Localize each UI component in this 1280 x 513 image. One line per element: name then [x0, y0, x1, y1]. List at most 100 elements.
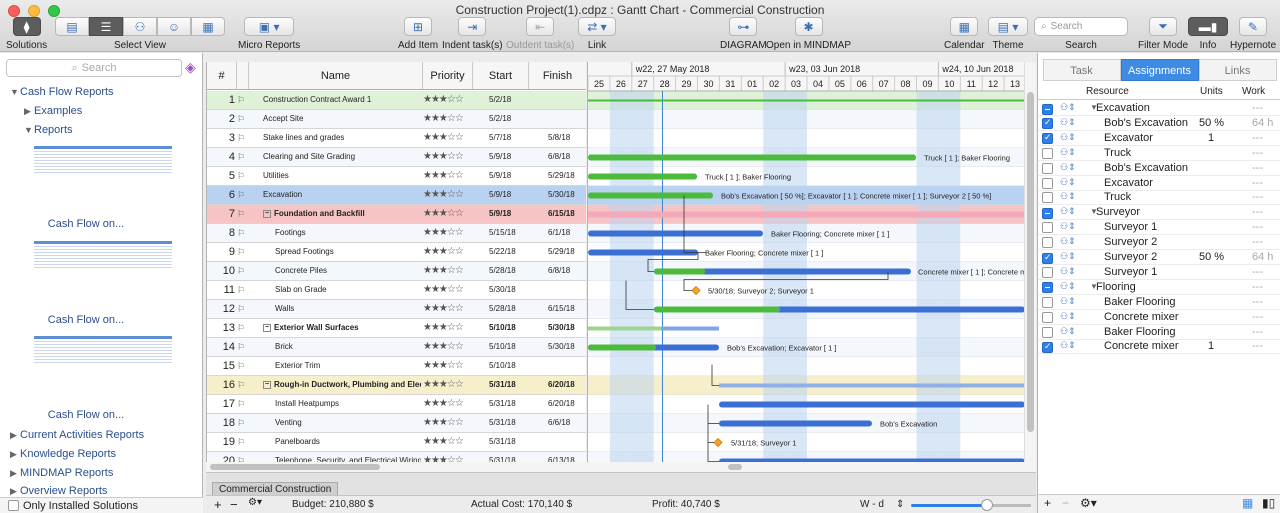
assignment-checkbox[interactable] — [1042, 282, 1053, 294]
units-value[interactable]: 50 % — [1199, 117, 1224, 129]
priority-stars[interactable]: ★★★☆☆ — [423, 205, 473, 223]
finish-date[interactable]: 5/30/18 — [529, 186, 586, 204]
assignment-row[interactable]: ⚇⇕ Surveyor 2 50 % 64 h — [1038, 250, 1280, 265]
task-name-cell[interactable]: Stake lines and grades — [263, 129, 421, 147]
scale-stepper-icon[interactable]: ⇕ — [896, 499, 904, 510]
report-thumbnail[interactable] — [34, 241, 172, 269]
assignment-checkbox[interactable] — [1042, 311, 1053, 323]
table-row[interactable]: 8 ⚐ Footings ★★★☆☆ 5/15/18 6/1/18 — [207, 224, 586, 243]
priority-stars[interactable]: ★★★☆☆ — [423, 452, 473, 462]
start-date[interactable]: 5/31/18 — [473, 414, 529, 432]
table-row[interactable]: 6 ⚐ Excavation ★★★☆☆ 5/9/18 5/30/18 — [207, 186, 586, 205]
tree-current-activities[interactable]: ▶ Current Activities Reports — [10, 429, 144, 441]
task-name-cell[interactable]: Accept Site — [263, 110, 421, 128]
task-name-cell[interactable]: Concrete Piles — [263, 262, 421, 280]
table-row[interactable]: 2 ⚐ Accept Site ★★★☆☆ 5/2/18 — [207, 110, 586, 129]
tree-mindmap[interactable]: ▶ MINDMAP Reports — [10, 467, 113, 479]
view-document-icon[interactable]: ▦ — [191, 17, 225, 36]
finish-date[interactable]: 6/20/18 — [529, 395, 586, 413]
remove-icon[interactable]: − — [230, 497, 238, 512]
report-thumbnail-label[interactable]: Cash Flow on... — [0, 409, 172, 421]
finish-date[interactable]: 6/13/18 — [529, 452, 586, 462]
task-name-cell[interactable]: Panelboards — [263, 433, 421, 451]
col-header-finish[interactable]: Finish — [529, 62, 586, 90]
task-name-cell[interactable]: Utilities — [263, 167, 421, 185]
tree-overview[interactable]: ▶ Overview Reports — [10, 485, 107, 497]
finish-date[interactable]: 6/15/18 — [529, 300, 586, 318]
assignment-checkbox[interactable] — [1042, 117, 1053, 130]
priority-stars[interactable]: ★★★☆☆ — [423, 129, 473, 147]
table-row[interactable]: 17 ⚐ Install Heatpumps ★★★☆☆ 5/31/18 6/20/18 — [207, 395, 586, 414]
task-name-cell[interactable]: Brick — [263, 338, 421, 356]
scroll-knob[interactable] — [1027, 92, 1034, 432]
assignment-group-row[interactable]: ⚇⇕ ▼ Flooring --- — [1038, 280, 1280, 295]
tree-knowledge[interactable]: ▶ Knowledge Reports — [10, 448, 116, 460]
table-row[interactable]: 5 ⚐ Utilities ★★★☆☆ 5/9/18 5/29/18 — [207, 167, 586, 186]
work-value[interactable]: --- — [1252, 162, 1263, 174]
start-date[interactable]: 5/2/18 — [473, 91, 529, 109]
work-value[interactable]: --- — [1252, 296, 1263, 308]
assignment-row[interactable]: ⚇⇕ Bob's Excavation 50 % 64 h — [1038, 116, 1280, 131]
assignment-checkbox[interactable] — [1042, 177, 1053, 189]
report-thumbnail[interactable] — [34, 146, 172, 174]
priority-stars[interactable]: ★★★☆☆ — [423, 319, 473, 337]
finish-date[interactable] — [529, 281, 586, 299]
diagram-tool[interactable]: ⊶ DIAGRAM — [720, 17, 767, 51]
view-gantt-icon[interactable]: ▤ — [55, 17, 89, 36]
grid-scroll-knob[interactable] — [210, 464, 380, 470]
table-row[interactable]: 3 ⚐ Stake lines and grades ★★★☆☆ 5/7/18 5/8/1… — [207, 129, 586, 148]
hypernote-tool[interactable]: ✎ Hypernote — [1230, 17, 1276, 51]
finish-date[interactable]: 5/29/18 — [529, 167, 586, 185]
start-date[interactable]: 5/30/18 — [473, 281, 529, 299]
sheet-tab-commercial-construction[interactable]: Commercial Construction — [212, 482, 339, 496]
priority-stars[interactable]: ★★★☆☆ — [423, 357, 473, 375]
table-row[interactable]: 10 ⚐ Concrete Piles ★★★☆☆ 5/28/18 6/8/18 — [207, 262, 586, 281]
assignment-checkbox[interactable] — [1042, 252, 1053, 264]
assignment-group-row[interactable]: ⚇⇕ ▼ Excavation --- — [1038, 101, 1280, 116]
zoom-slider[interactable] — [911, 499, 1031, 511]
table-row[interactable]: 4 ⚐ Clearing and Site Grading ★★★☆☆ 5/9/18 6/… — [207, 148, 586, 167]
finish-date[interactable]: 5/30/18 — [529, 319, 586, 337]
work-value[interactable]: --- — [1252, 236, 1263, 248]
work-value[interactable]: --- — [1252, 177, 1263, 189]
finish-date[interactable] — [529, 110, 586, 128]
assignment-row[interactable]: ⚇⇕ Excavator 1 --- — [1038, 131, 1280, 146]
finish-date[interactable]: 6/8/18 — [529, 262, 586, 280]
work-value[interactable]: --- — [1252, 206, 1263, 218]
priority-stars[interactable]: ★★★☆☆ — [423, 433, 473, 451]
micro-reports-tool[interactable]: ▣ ▾ Micro Reports — [238, 17, 300, 51]
finish-date[interactable]: 6/15/18 — [529, 205, 586, 223]
collapse-toggle-icon[interactable]: − — [263, 209, 271, 218]
priority-stars[interactable]: ★★★☆☆ — [423, 395, 473, 413]
table-row[interactable]: 14 ⚐ Brick ★★★☆☆ 5/10/18 5/30/18 — [207, 338, 586, 357]
start-date[interactable]: 5/31/18 — [473, 452, 529, 462]
report-thumbnail-label[interactable]: Cash Flow on... — [0, 218, 172, 230]
table-row[interactable]: 1 ⚐ Construction Contract Award 1 ★★★☆☆ 5/2/… — [207, 91, 586, 110]
assignment-row[interactable]: ⚇⇕ Surveyor 2 --- — [1038, 235, 1280, 251]
start-date[interactable]: 5/31/18 — [473, 433, 529, 451]
assignment-checkbox[interactable] — [1042, 192, 1053, 204]
task-name-cell[interactable]: Walls — [263, 300, 421, 318]
finish-date[interactable]: 6/6/18 — [529, 414, 586, 432]
indent-tool[interactable]: ⇥ Indent task(s) — [442, 17, 503, 51]
table-row[interactable]: 11 ⚐ Slab on Grade ★★★☆☆ 5/30/18 — [207, 281, 586, 300]
start-date[interactable]: 5/9/18 — [473, 186, 529, 204]
task-name-cell[interactable]: Spread Footings — [263, 243, 421, 261]
finish-date[interactable] — [529, 433, 586, 451]
finish-date[interactable]: 5/30/18 — [529, 338, 586, 356]
sidebar-toggle-icon[interactable]: ▮▯ — [1262, 496, 1275, 510]
assignment-checkbox[interactable] — [1042, 147, 1053, 159]
priority-stars[interactable]: ★★★☆☆ — [423, 186, 473, 204]
collapse-toggle-icon[interactable]: − — [263, 323, 271, 332]
gear-icon[interactable]: ⚙▾ — [1080, 496, 1097, 510]
assignment-row[interactable]: ⚇⇕ Truck --- — [1038, 146, 1280, 161]
tab-links[interactable]: Links — [1198, 59, 1277, 81]
add-icon[interactable]: + — [214, 497, 222, 512]
assignment-checkbox[interactable] — [1042, 341, 1053, 353]
assignment-row[interactable]: ⚇⇕ Surveyor 1 --- — [1038, 265, 1280, 280]
col-header-name[interactable]: Name — [249, 62, 423, 90]
vertical-scrollbar[interactable] — [1024, 62, 1036, 462]
start-date[interactable]: 5/9/18 — [473, 205, 529, 223]
task-name-cell[interactable]: − Exterior Wall Surfaces — [263, 319, 421, 337]
assignment-checkbox[interactable] — [1042, 132, 1053, 145]
